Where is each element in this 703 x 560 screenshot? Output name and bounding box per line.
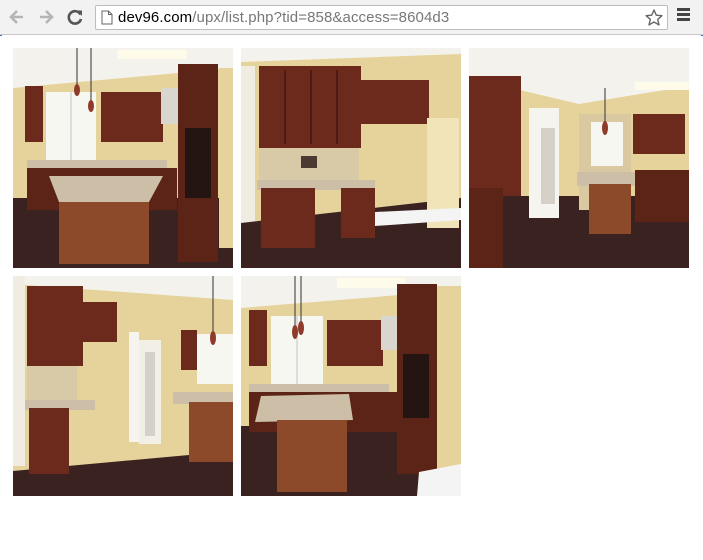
forward-arrow-icon[interactable] [35, 6, 57, 28]
browser-toolbar: dev96.com/upx/list.php?tid=858&access=86… [0, 0, 703, 35]
hamburger-menu-icon[interactable] [676, 8, 692, 26]
kitchen-photo-2[interactable] [241, 48, 461, 268]
url-text[interactable]: dev96.com/upx/list.php?tid=858&access=86… [118, 9, 449, 26]
reload-icon[interactable] [64, 6, 86, 28]
address-bar[interactable]: dev96.com/upx/list.php?tid=858&access=86… [95, 5, 668, 30]
kitchen-photo-4[interactable] [13, 276, 233, 496]
gallery [0, 36, 703, 560]
kitchen-photo-1[interactable] [13, 48, 233, 268]
url-host: dev96.com [118, 9, 193, 26]
star-icon[interactable] [643, 7, 665, 29]
kitchen-photo-3[interactable] [469, 48, 689, 268]
page-icon [96, 6, 118, 29]
back-arrow-icon[interactable] [6, 6, 28, 28]
url-path: /upx/list.php?tid=858&access=8604d3 [192, 9, 450, 26]
kitchen-photo-5[interactable] [241, 276, 461, 496]
